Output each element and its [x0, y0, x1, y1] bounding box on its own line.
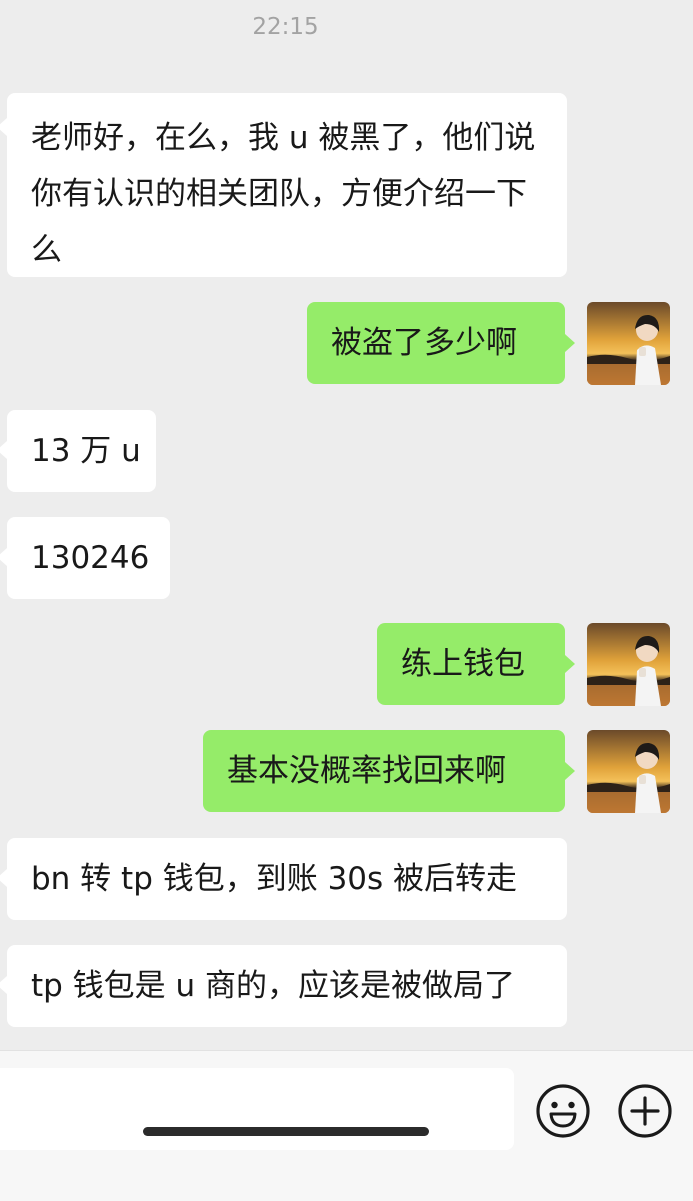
plus-circle-icon: [618, 1084, 672, 1138]
message-bubble-outgoing[interactable]: 练上钱包: [377, 623, 565, 705]
avatar[interactable]: [587, 302, 670, 385]
avatar[interactable]: [587, 623, 670, 706]
message-input[interactable]: [0, 1068, 514, 1150]
message-bubble-incoming[interactable]: 老师好，在么，我 u 被黑了，他们说你有认识的相关团队，方便介绍一下么: [7, 93, 567, 277]
bubble-tail: [0, 869, 7, 887]
home-indicator[interactable]: [143, 1127, 429, 1136]
more-button[interactable]: [617, 1083, 673, 1139]
message-bubble-outgoing[interactable]: 被盗了多少啊: [307, 302, 565, 384]
bubble-tail: [0, 548, 7, 566]
message-bubble-outgoing[interactable]: 基本没概率找回来啊: [203, 730, 565, 812]
avatar[interactable]: [587, 730, 670, 813]
message-bubble-incoming[interactable]: bn 转 tp 钱包，到账 30s 被后转走: [7, 838, 567, 920]
bubble-tail: [565, 655, 575, 673]
bubble-tail: [0, 976, 7, 994]
message-bubble-incoming[interactable]: 13 万 u: [7, 410, 156, 492]
bubble-tail: [0, 441, 7, 459]
message-bubble-incoming[interactable]: 130246: [7, 517, 170, 599]
chat-area[interactable]: 22:15 老师好，在么，我 u 被黑了，他们说你有认识的相关团队，方便介绍一下…: [0, 0, 693, 1050]
bubble-tail: [0, 118, 7, 136]
message-timestamp: 22:15: [252, 14, 319, 40]
bubble-tail: [565, 762, 575, 780]
emoji-button[interactable]: [535, 1083, 591, 1139]
bubble-tail: [565, 334, 575, 352]
avatar-image: [587, 730, 670, 813]
message-bubble-incoming[interactable]: tp 钱包是 u 商的，应该是被做局了: [7, 945, 567, 1027]
avatar-image: [587, 623, 670, 706]
smiley-face-icon: [536, 1084, 590, 1138]
input-bar: [0, 1050, 693, 1201]
avatar-image: [587, 302, 670, 385]
